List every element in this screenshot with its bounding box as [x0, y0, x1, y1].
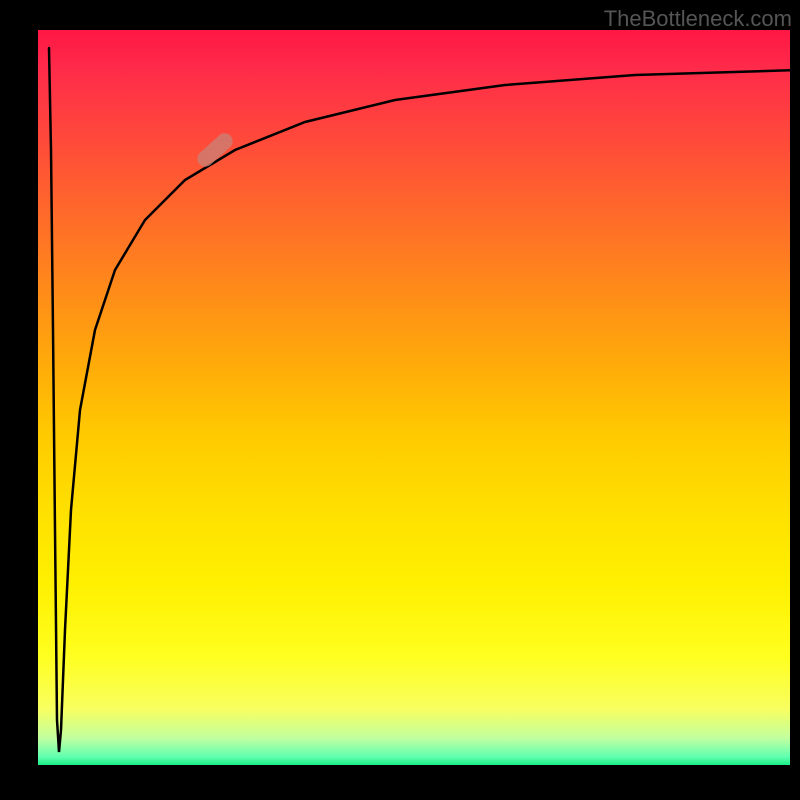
x-axis — [35, 765, 790, 768]
y-axis — [35, 30, 38, 768]
watermark: TheBottleneck.com — [604, 6, 792, 32]
bottleneck-curve — [35, 30, 790, 768]
plot-area — [35, 30, 790, 768]
